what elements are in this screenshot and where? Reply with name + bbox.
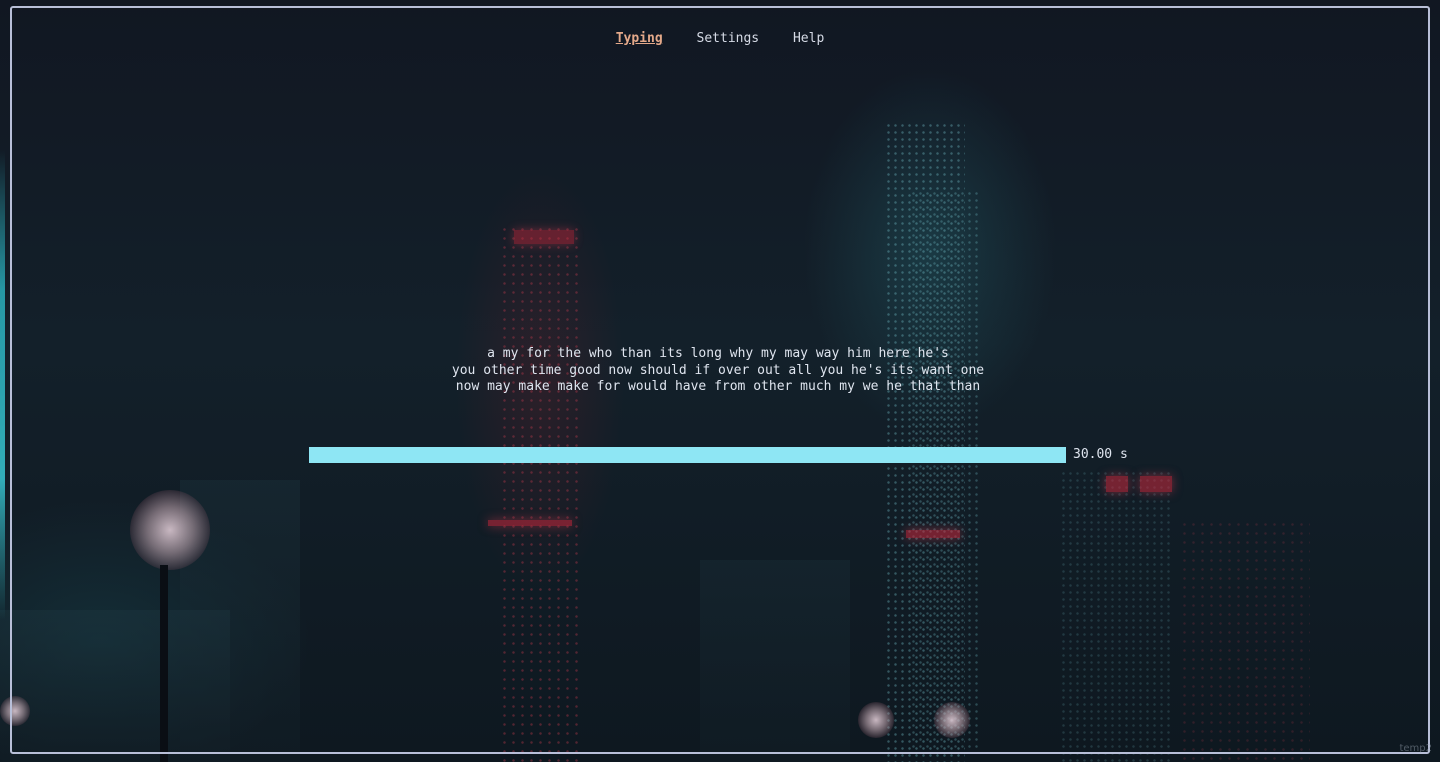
timer-progress-fill	[309, 447, 1066, 463]
typing-line: now may make make for would have from ot…	[455, 379, 981, 395]
typing-text[interactable]: a my for the who than its long why my ma…	[0, 346, 1436, 396]
tab-typing[interactable]: Typing	[616, 31, 663, 46]
app-window: Typing Settings Help a my for the who th…	[0, 0, 1440, 762]
timer-label: 30.00 s	[1073, 447, 1128, 462]
watermark-text: temp2	[1399, 743, 1432, 754]
tab-settings[interactable]: Settings	[697, 31, 760, 46]
typing-line: you other time good now should if over o…	[451, 362, 985, 378]
top-nav: Typing Settings Help	[0, 31, 1440, 46]
tab-help[interactable]: Help	[793, 31, 824, 46]
typing-line: a my for the who than its long why my ma…	[487, 346, 949, 361]
timer-progress-bar	[309, 447, 1066, 463]
